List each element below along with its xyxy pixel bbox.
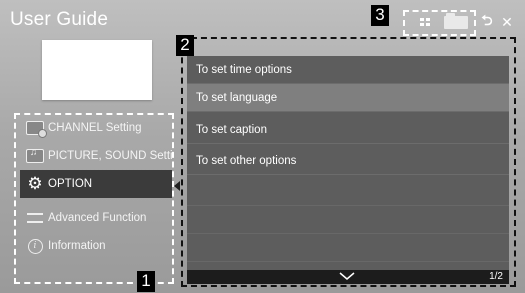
user-guide-screen: User Guide ⮌ ✕ CHANNEL Setting PICTURE, …	[0, 0, 525, 293]
close-icon: ✕	[501, 13, 513, 30]
back-icon: ⮌	[481, 12, 493, 28]
preview-thumbnail	[42, 40, 152, 100]
close-button[interactable]: ✕	[498, 13, 516, 31]
callout-badge-2: 2	[176, 35, 194, 56]
callout-badge-1: 1	[137, 271, 155, 292]
window-title: User Guide	[10, 9, 109, 30]
callout-frame-list	[181, 37, 516, 287]
callout-frame-sidebar	[14, 113, 174, 284]
callout-frame-toolbar	[403, 10, 476, 36]
callout-badge-3: 3	[371, 5, 389, 26]
selection-pointer-icon	[174, 181, 180, 191]
back-button[interactable]: ⮌	[478, 12, 496, 31]
